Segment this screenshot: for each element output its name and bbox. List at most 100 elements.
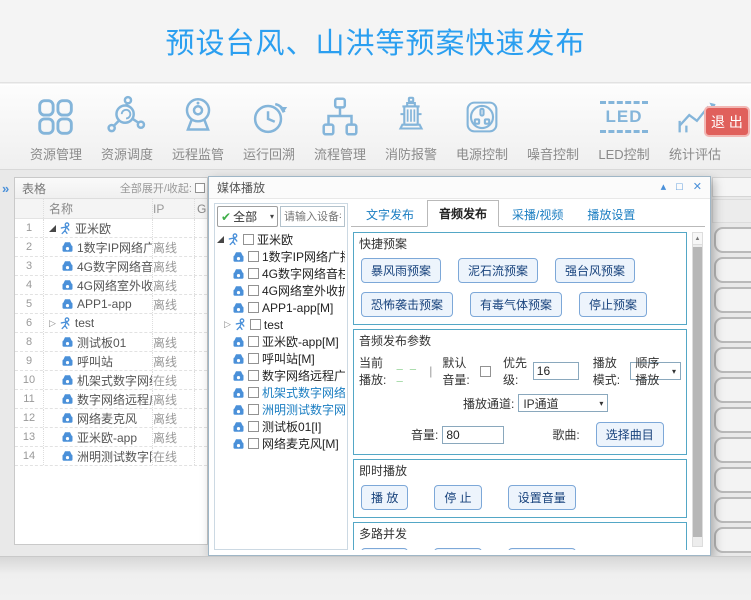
- toolbar-item-power-control[interactable]: 电源控制: [448, 93, 516, 169]
- table-row[interactable]: 12网络麦克风离线: [15, 409, 207, 428]
- background-button[interactable]: [714, 377, 751, 403]
- toolbar-item-fire-alarm[interactable]: 消防报警: [377, 93, 445, 169]
- default-volume-checkbox[interactable]: [480, 366, 491, 377]
- toolbar-item-run-rewind[interactable]: 运行回溯: [235, 93, 303, 169]
- person-icon: [234, 318, 247, 331]
- table-row[interactable]: 5APP1-app离线: [15, 295, 207, 314]
- checkbox[interactable]: [250, 319, 261, 330]
- tree-item[interactable]: 4G网络室外收扩: [217, 282, 345, 299]
- caret-expanded-icon[interactable]: [217, 236, 224, 243]
- scrollbar-thumb[interactable]: [693, 247, 702, 537]
- row-number: 10: [15, 374, 43, 386]
- caret-expanded-icon[interactable]: [49, 225, 56, 232]
- plan-button[interactable]: 泥石流预案: [458, 258, 538, 283]
- instant-play-button[interactable]: 停 止: [434, 485, 481, 510]
- plan-button[interactable]: 强台风预案: [555, 258, 635, 283]
- tree-item[interactable]: 机架式数字网络机: [217, 384, 345, 401]
- plan-button[interactable]: 恐怖袭击预案: [361, 292, 453, 317]
- table-row[interactable]: 1亚米欧: [15, 219, 207, 238]
- tree-item[interactable]: 网络麦克风[M]: [217, 435, 345, 452]
- instant-play-button[interactable]: 设置音量: [508, 485, 576, 510]
- table-row[interactable]: 13亚米欧-app离线: [15, 428, 207, 447]
- toolbar-item-flow-manage[interactable]: 流程管理: [306, 93, 374, 169]
- table-row[interactable]: 9呼叫站离线: [15, 352, 207, 371]
- tree-item[interactable]: 洲明测试数字网络: [217, 401, 345, 418]
- toolbar-item-resource-manage[interactable]: 资源管理: [22, 93, 90, 169]
- device-g-cell: [194, 219, 207, 237]
- tree-item[interactable]: 数字网络远程广播: [217, 367, 345, 384]
- tree-item[interactable]: 亚米欧: [217, 231, 345, 248]
- background-button[interactable]: [714, 257, 751, 283]
- volume-input[interactable]: [442, 426, 504, 444]
- toolbar-item-remote-monitor[interactable]: 远程监管: [164, 93, 232, 169]
- close-icon[interactable]: ✕: [693, 182, 702, 193]
- toolbar-item-noise-control[interactable]: 噪音控制: [519, 93, 587, 169]
- background-button[interactable]: [714, 227, 751, 253]
- plan-button[interactable]: 暴风雨预案: [361, 258, 441, 283]
- caret-collapsed-icon[interactable]: ▷: [49, 319, 56, 328]
- concurrent-button[interactable]: 勾选设备: [508, 548, 576, 550]
- table-row[interactable]: 11数字网络远程广离线: [15, 390, 207, 409]
- expand-all-checkbox[interactable]: [195, 183, 205, 193]
- background-button[interactable]: [714, 527, 751, 553]
- maximize-icon[interactable]: □: [676, 182, 683, 193]
- table-row[interactable]: 14洲明测试数字网在线: [15, 447, 207, 466]
- checkbox[interactable]: [248, 387, 259, 398]
- table-row[interactable]: 6▷test: [15, 314, 207, 333]
- tree-item[interactable]: 1数字IP网络广播: [217, 248, 345, 265]
- checkbox[interactable]: [248, 302, 259, 313]
- background-button[interactable]: [714, 497, 751, 523]
- select-track-button[interactable]: 选择曲目: [596, 422, 664, 447]
- checkbox[interactable]: [248, 268, 259, 279]
- background-button[interactable]: [714, 287, 751, 313]
- concurrent-button[interactable]: 播 放: [361, 548, 408, 550]
- instant-play-button[interactable]: 播 放: [361, 485, 408, 510]
- checkbox[interactable]: [248, 438, 259, 449]
- checkbox[interactable]: [248, 353, 259, 364]
- tree-item[interactable]: 4G数字网络音柱: [217, 265, 345, 282]
- channel-select[interactable]: IP通道 ▾: [518, 394, 608, 412]
- tab-2[interactable]: 音频发布: [427, 200, 499, 227]
- caret-collapsed-icon[interactable]: ▷: [224, 320, 231, 329]
- tree-item[interactable]: 亚米欧-app[M]: [217, 333, 345, 350]
- tab-4[interactable]: 播放设置: [576, 202, 646, 227]
- device-g-cell: [194, 409, 207, 427]
- checkbox[interactable]: [248, 336, 259, 347]
- scroll-up-icon[interactable]: ▲: [693, 233, 702, 245]
- table-row[interactable]: 21数字IP网络广播离线: [15, 238, 207, 257]
- table-row[interactable]: 8测试板01离线: [15, 333, 207, 352]
- toolbar-item-led-control[interactable]: LED LED控制: [590, 93, 658, 169]
- plan-button[interactable]: 停止预案: [579, 292, 647, 317]
- tab-1[interactable]: 文字发布: [355, 202, 425, 227]
- table-row[interactable]: 44G网络室外收扩离线: [15, 276, 207, 295]
- checkbox[interactable]: [243, 234, 254, 245]
- background-panel-strip: [712, 199, 751, 223]
- checkbox[interactable]: [248, 421, 259, 432]
- panel-collapse-chevron[interactable]: »: [2, 181, 9, 196]
- collapse-icon[interactable]: ▴: [661, 182, 667, 193]
- tree-item[interactable]: ▷test: [217, 316, 345, 333]
- background-button[interactable]: [714, 317, 751, 343]
- toolbar-item-resource-dispatch[interactable]: 资源调度: [93, 93, 161, 169]
- tree-item[interactable]: APP1-app[M]: [217, 299, 345, 316]
- checkbox[interactable]: [248, 370, 259, 381]
- checkbox[interactable]: [248, 404, 259, 415]
- table-row[interactable]: 10机架式数字网络在线: [15, 371, 207, 390]
- background-button[interactable]: [714, 407, 751, 433]
- device-search-input[interactable]: [280, 206, 345, 227]
- priority-input[interactable]: [533, 362, 579, 380]
- concurrent-button[interactable]: 停 止: [434, 548, 481, 550]
- checkbox[interactable]: [248, 251, 259, 262]
- tree-item[interactable]: 测试板01[I]: [217, 418, 345, 435]
- tab-3[interactable]: 采播/视频: [501, 202, 574, 227]
- background-button[interactable]: [714, 467, 751, 493]
- background-button[interactable]: [714, 347, 751, 373]
- checkbox[interactable]: [248, 285, 259, 296]
- background-button[interactable]: [714, 437, 751, 463]
- table-row[interactable]: 34G数字网络音柱离线: [15, 257, 207, 276]
- filter-dropdown[interactable]: ✔ 全部 ▾: [217, 206, 278, 227]
- tree-item[interactable]: 呼叫站[M]: [217, 350, 345, 367]
- plan-button[interactable]: 有毒气体预案: [470, 292, 562, 317]
- exit-button[interactable]: 退 出: [704, 106, 750, 137]
- play-mode-select[interactable]: 顺序播放 ▾: [630, 362, 681, 380]
